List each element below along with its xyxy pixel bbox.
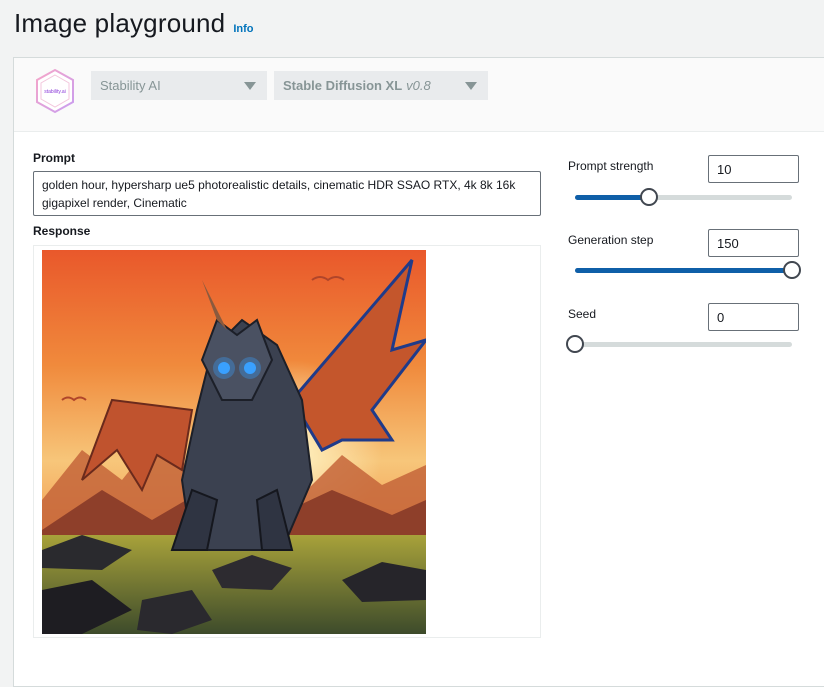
generation-step-label: Generation step (568, 233, 654, 247)
seed-input[interactable]: 0 (708, 303, 799, 331)
playground-panel: stability.ai Stability AI Stable Diffusi… (13, 57, 824, 687)
generation-step-slider[interactable] (575, 260, 801, 280)
seed-label: Seed (568, 307, 597, 321)
prompt-strength-slider[interactable] (575, 187, 792, 207)
response-panel (33, 245, 541, 638)
slider-thumb[interactable] (783, 261, 801, 279)
page-title: Image playground (14, 8, 226, 38)
chevron-down-icon (465, 82, 477, 90)
model-select[interactable]: Stable Diffusion XL v0.8 (274, 71, 488, 100)
seed-slider[interactable] (566, 334, 792, 354)
generated-image (42, 250, 426, 634)
prompt-strength-input[interactable]: 10 (708, 155, 799, 183)
slider-track (575, 342, 792, 347)
logo-text: stability.ai (44, 89, 66, 95)
slider-fill (575, 268, 792, 273)
model-select-value: Stable Diffusion XL (283, 78, 403, 93)
info-link[interactable]: Info (233, 23, 253, 35)
response-label: Response (33, 224, 91, 238)
chevron-down-icon (244, 82, 256, 90)
slider-thumb[interactable] (566, 335, 584, 353)
generation-step-input[interactable]: 150 (708, 229, 799, 257)
prompt-strength-label: Prompt strength (568, 159, 654, 173)
prompt-label: Prompt (33, 151, 75, 165)
page-header: Image playground Info (14, 8, 254, 42)
model-version: v0.8 (406, 78, 431, 93)
provider-select[interactable]: Stability AI (91, 71, 267, 100)
slider-thumb[interactable] (639, 188, 658, 206)
model-selector-bar: stability.ai Stability AI Stable Diffusi… (14, 58, 824, 132)
prompt-input[interactable]: golden hour, hypersharp ue5 photorealist… (33, 171, 541, 216)
stability-ai-logo: stability.ai (32, 68, 78, 114)
slider-fill (575, 195, 649, 200)
provider-select-value: Stability AI (100, 78, 161, 93)
